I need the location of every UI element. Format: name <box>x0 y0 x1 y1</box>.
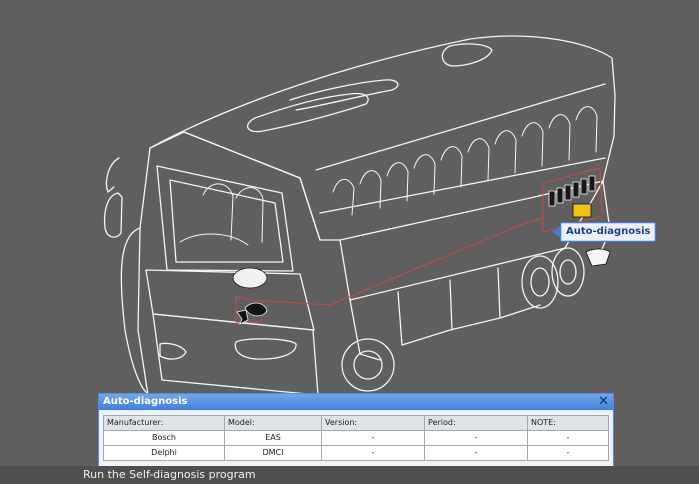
front-wheel <box>341 338 395 392</box>
steering-sensor <box>232 267 268 289</box>
cell-period: - <box>424 445 528 461</box>
auto-diagnosis-tooltip[interactable]: Auto-diagnosis <box>551 222 657 242</box>
status-text: Run the Self-diagnosis program <box>83 468 256 481</box>
table-row[interactable]: Delphi DMCI - - - <box>103 445 609 461</box>
status-bar: Run the Self-diagnosis program <box>0 466 699 484</box>
cell-model: EAS <box>224 430 322 446</box>
close-icon[interactable]: ✕ <box>598 394 609 410</box>
column-period: Period: <box>424 415 528 431</box>
auto-diagnosis-dialog: Auto-diagnosis ✕ Manufacturer: Model: Ve… <box>98 393 614 469</box>
dialog-titlebar: Auto-diagnosis ✕ <box>99 394 613 410</box>
table-row[interactable]: Bosch EAS - - - <box>103 430 609 446</box>
cell-model: DMCI <box>224 445 322 461</box>
ecu-connector-1 <box>548 190 556 207</box>
cell-note: - <box>527 445 609 461</box>
cell-period: - <box>424 430 528 446</box>
cell-manufacturer: Delphi <box>103 445 225 461</box>
cell-note: - <box>527 430 609 446</box>
bus-roof-outline <box>149 35 616 241</box>
cell-version: - <box>321 430 425 446</box>
dialog-title: Auto-diagnosis <box>103 396 188 407</box>
column-model: Model: <box>224 415 322 431</box>
cell-version: - <box>321 445 425 461</box>
column-manufacturer: Manufacturer: <box>103 415 225 431</box>
diagnosis-table: Manufacturer: Model: Version: Period: NO… <box>103 415 609 461</box>
column-note: NOTE: <box>527 415 609 431</box>
ecu-module <box>572 203 592 218</box>
column-version: Version: <box>321 415 425 431</box>
cell-manufacturer: Bosch <box>103 430 225 446</box>
tooltip-label: Auto-diagnosis <box>566 226 651 237</box>
table-header-row: Manufacturer: Model: Version: Period: NO… <box>103 415 609 431</box>
